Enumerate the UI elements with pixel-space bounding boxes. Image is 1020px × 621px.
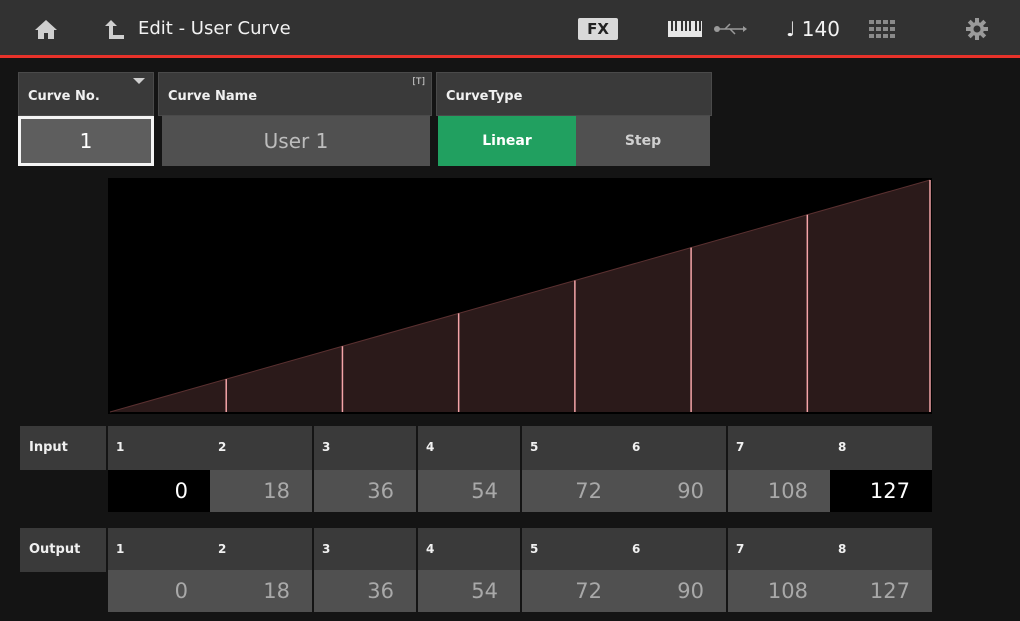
input-index-4: 4 — [418, 426, 520, 470]
output-index-8: 8 — [830, 528, 932, 572]
input-value-8[interactable]: 127 — [830, 470, 932, 512]
fx-button[interactable]: FX — [578, 18, 618, 40]
curve-graph-svg — [109, 179, 931, 413]
input-index-1: 1 — [108, 426, 210, 470]
curve-name-header: Curve Name [T] — [158, 72, 432, 116]
output-index-4: 4 — [418, 528, 520, 572]
input-value-2[interactable]: 18 — [210, 470, 312, 512]
output-value-5[interactable]: 72 — [522, 570, 624, 612]
output-value-8[interactable]: 127 — [830, 570, 932, 612]
output-index-2: 2 — [210, 528, 312, 572]
output-value-7[interactable]: 108 — [728, 570, 830, 612]
curve-type-header: CurveType — [436, 72, 712, 116]
curve-graph[interactable] — [108, 178, 932, 414]
input-index-8: 8 — [830, 426, 932, 470]
output-index-3: 3 — [314, 528, 416, 572]
keyboard-icon — [665, 0, 705, 58]
gear-icon[interactable] — [962, 0, 992, 58]
output-index-6: 6 — [624, 528, 726, 572]
top-bar: Edit - User Curve FX ♩ 140 — [0, 0, 1020, 58]
curve-type-linear-button[interactable]: Linear — [438, 116, 576, 166]
back-arrow-icon[interactable] — [100, 0, 130, 58]
curve-name-value[interactable]: User 1 — [162, 116, 430, 166]
output-index-7: 7 — [728, 528, 830, 572]
input-value-6[interactable]: 90 — [624, 470, 726, 512]
input-index-5: 5 — [522, 426, 624, 470]
curve-no-label: Curve No. — [28, 89, 100, 104]
output-row-label: Output — [20, 528, 106, 572]
input-index-7: 7 — [728, 426, 830, 470]
output-value-4[interactable]: 54 — [418, 570, 520, 612]
dropdown-arrow-icon[interactable] — [133, 78, 145, 84]
input-index-6: 6 — [624, 426, 726, 470]
usb-icon — [710, 0, 750, 58]
curve-type-label: CurveType — [446, 89, 523, 104]
curve-no-value[interactable]: 1 — [18, 116, 154, 166]
curve-no-header: Curve No. — [18, 72, 154, 116]
input-index-2: 2 — [210, 426, 312, 470]
input-index-3: 3 — [314, 426, 416, 470]
home-icon[interactable] — [30, 0, 62, 58]
curve-name-label: Curve Name — [168, 89, 258, 104]
input-value-4[interactable]: 54 — [418, 470, 520, 512]
input-value-5[interactable]: 72 — [522, 470, 624, 512]
output-index-1: 1 — [108, 528, 210, 572]
text-edit-tag: [T] — [412, 77, 425, 87]
curve-type-step-button[interactable]: Step — [576, 116, 710, 166]
tempo-display[interactable]: ♩ 140 — [786, 0, 840, 58]
output-value-1[interactable]: 0 — [108, 570, 210, 612]
input-row-label: Input — [20, 426, 106, 470]
output-index-5: 5 — [522, 528, 624, 572]
grid-icon[interactable] — [866, 0, 898, 58]
output-value-6[interactable]: 90 — [624, 570, 726, 612]
input-value-7[interactable]: 108 — [728, 470, 830, 512]
output-value-2[interactable]: 18 — [210, 570, 312, 612]
output-value-3[interactable]: 36 — [314, 570, 416, 612]
page-title: Edit - User Curve — [138, 18, 291, 39]
input-value-1[interactable]: 0 — [108, 470, 210, 512]
input-value-3[interactable]: 36 — [314, 470, 416, 512]
